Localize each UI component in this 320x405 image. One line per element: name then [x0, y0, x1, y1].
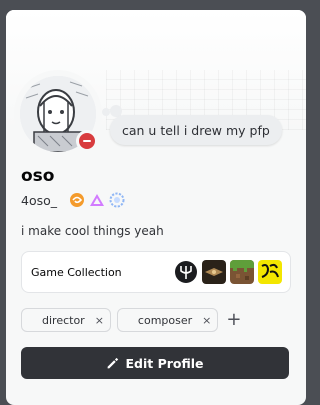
- yellow-logo-game-icon[interactable]: [258, 260, 282, 284]
- bio: i make cool things yeah: [21, 224, 164, 238]
- username-row: 4oso_: [21, 191, 129, 209]
- edit-profile-button[interactable]: Edit Profile: [21, 347, 289, 379]
- role-pill-director[interactable]: director ×: [21, 308, 111, 332]
- display-name: oso: [21, 166, 55, 186]
- pencil-icon: [108, 357, 119, 368]
- role-pill-composer[interactable]: composer ×: [116, 308, 219, 332]
- custom-status-text: can u tell i drew my pfp: [122, 122, 270, 138]
- do-not-disturb-status-icon: [76, 130, 98, 152]
- remove-role-icon[interactable]: ×: [95, 314, 104, 327]
- role-label: composer: [137, 313, 193, 327]
- profile-card: can u tell i drew my pfp oso 4oso_ i mak…: [6, 10, 306, 405]
- custom-status-bubble[interactable]: can u tell i drew my pfp: [110, 115, 282, 145]
- orange-swirl-badge-icon[interactable]: [69, 192, 85, 208]
- dark-emblem-game-icon[interactable]: [202, 260, 226, 284]
- game-collection[interactable]: Game Collection: [21, 251, 291, 293]
- game-icons: [170, 260, 282, 284]
- trident-game-icon[interactable]: [174, 260, 198, 284]
- minecraft-block-game-icon[interactable]: [230, 260, 254, 284]
- role-label: director: [42, 313, 85, 327]
- roles-row: director × composer × +: [21, 308, 241, 332]
- game-collection-label: Game Collection: [31, 265, 122, 279]
- bubble-tail-small: [102, 108, 110, 116]
- pink-triangle-badge-icon[interactable]: [89, 192, 105, 208]
- blue-gear-badge-icon[interactable]: [109, 192, 125, 208]
- remove-role-icon[interactable]: ×: [202, 314, 211, 327]
- edit-profile-label: Edit Profile: [125, 355, 204, 371]
- username: 4oso_: [21, 192, 58, 208]
- add-role-icon[interactable]: +: [226, 311, 241, 329]
